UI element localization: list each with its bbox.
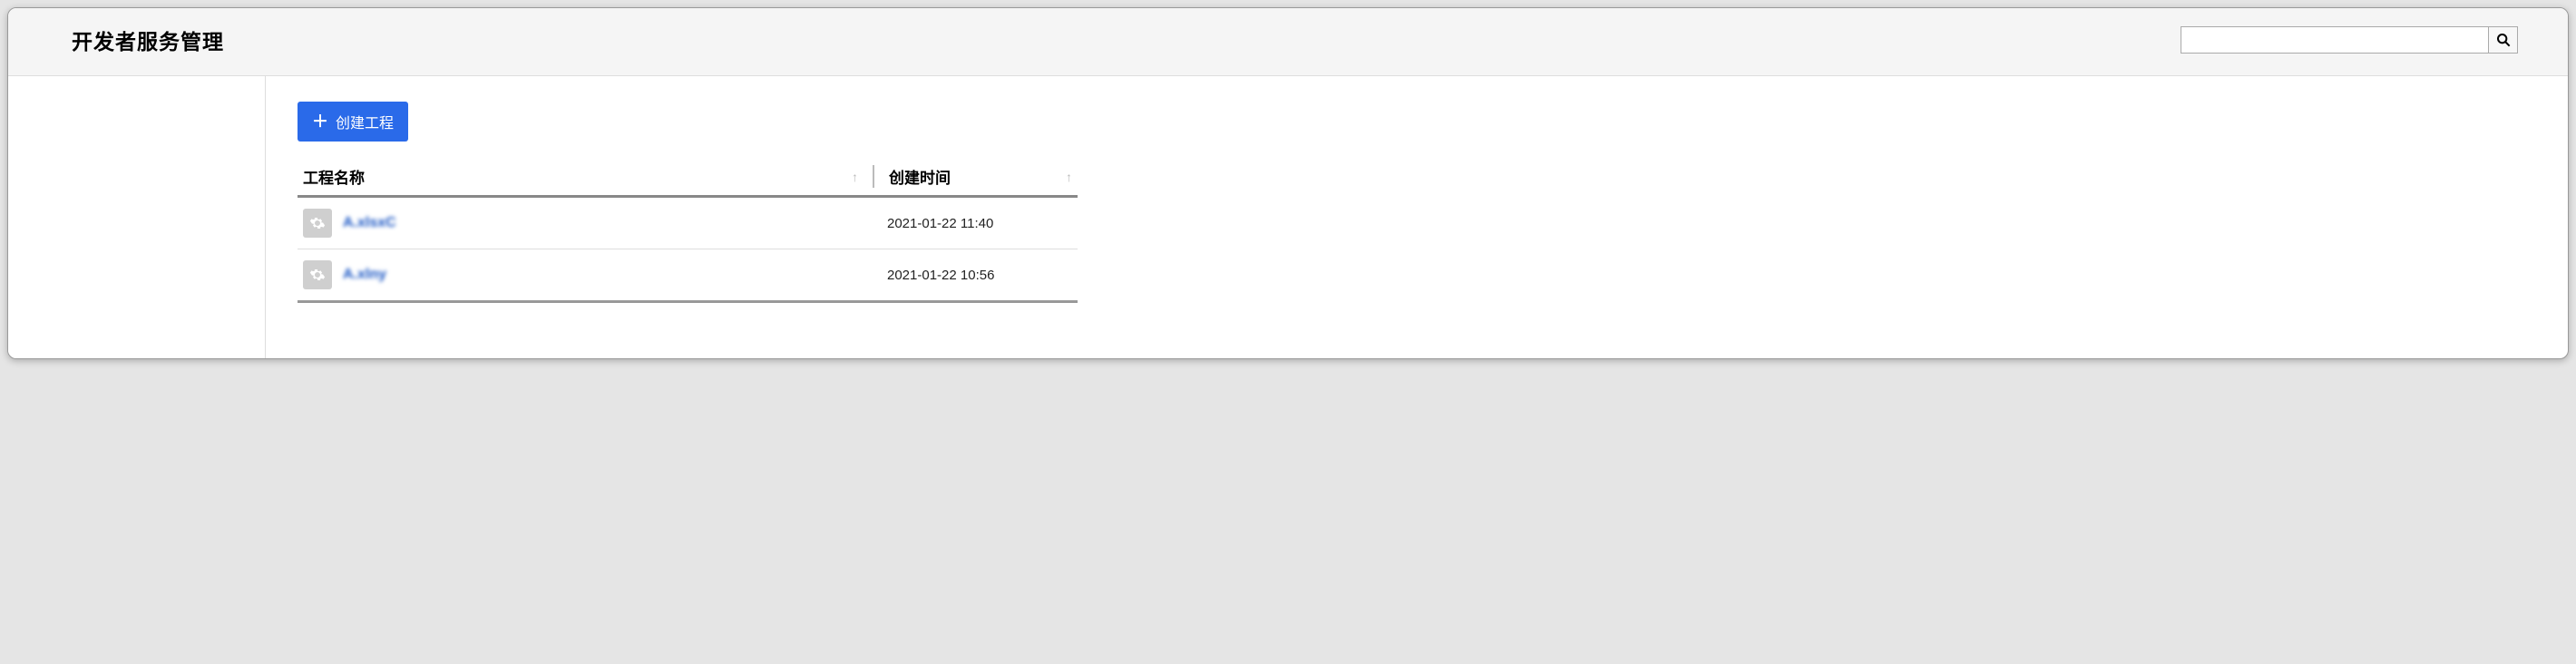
search-wrap: [2181, 26, 2518, 54]
sidebar: [8, 76, 266, 359]
search-icon: [2496, 33, 2511, 47]
col-project-name[interactable]: 工程名称 ↑: [303, 165, 873, 188]
main-content: ＋ 创建工程 工程名称 ↑ 创建时间 ↑: [266, 76, 2568, 359]
col-created-time-label: 创建时间: [889, 165, 951, 188]
window: 开发者服务管理 ＋ 创建工程 工程名称 ↑: [7, 7, 2569, 359]
gear-icon: [303, 209, 332, 238]
table-row: A.xlsxC 2021-01-22 11:40: [298, 198, 1078, 249]
cell-created-time: 2021-01-22 10:56: [873, 268, 1072, 283]
plus-icon: ＋: [312, 113, 328, 130]
table-header: 工程名称 ↑ 创建时间 ↑: [298, 158, 1078, 198]
col-created-time[interactable]: 创建时间 ↑: [873, 165, 1072, 188]
create-project-button[interactable]: ＋ 创建工程: [298, 102, 408, 142]
search-button[interactable]: [2489, 26, 2518, 54]
gear-icon: [303, 260, 332, 289]
cell-created-time: 2021-01-22 11:40: [873, 216, 1072, 231]
body: ＋ 创建工程 工程名称 ↑ 创建时间 ↑: [8, 76, 2568, 359]
header: 开发者服务管理: [8, 8, 2568, 76]
sort-arrow-icon: ↑: [852, 170, 858, 184]
create-project-label: 创建工程: [336, 111, 394, 132]
cell-project-name: A.xlsxC: [303, 209, 873, 238]
project-link[interactable]: A.xlny: [343, 267, 386, 283]
search-input[interactable]: [2181, 26, 2489, 54]
table-row: A.xlny 2021-01-22 10:56: [298, 249, 1078, 303]
cell-project-name: A.xlny: [303, 260, 873, 289]
col-project-name-label: 工程名称: [303, 165, 365, 188]
projects-table: 工程名称 ↑ 创建时间 ↑ A.xlsxC 2021-: [298, 158, 1078, 303]
sort-arrow-icon: ↑: [1066, 170, 1072, 184]
page-title: 开发者服务管理: [72, 24, 224, 55]
project-link[interactable]: A.xlsxC: [343, 215, 396, 231]
